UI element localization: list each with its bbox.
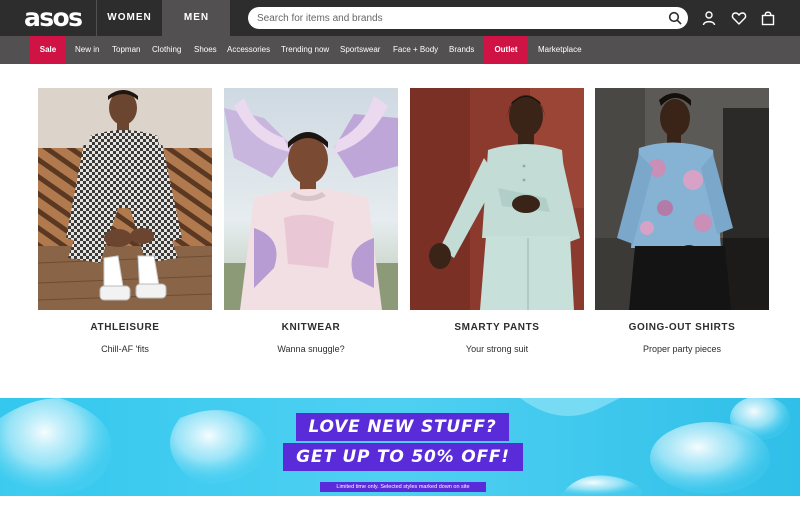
search-bar [248,7,688,29]
card-title[interactable]: GOING-OUT SHIRTS [595,322,769,333]
bag-icon[interactable] [760,10,776,26]
nav-clothing[interactable]: Clothing [152,36,181,64]
nav-face-body[interactable]: Face + Body [393,36,438,64]
smarty-pants-image[interactable] [410,88,584,310]
nav-outlet[interactable]: Outlet [484,36,528,64]
knitwear-image[interactable] [224,88,398,310]
card-title[interactable]: SMARTY PANTS [410,322,584,333]
promo-headline-2: GET UP TO 50% OFF! [283,443,523,471]
nav-marketplace[interactable]: Marketplace [538,36,582,64]
account-icon[interactable] [701,10,717,26]
category-nav: Sale New in Topman Clothing Shoes Access… [0,36,800,64]
nav-shoes[interactable]: Shoes [194,36,217,64]
heart-icon[interactable] [731,10,747,26]
card-subtitle: Proper party pieces [642,344,722,354]
nav-sportswear[interactable]: Sportswear [340,36,380,64]
athleisure-image[interactable] [38,88,212,310]
nav-brands[interactable]: Brands [449,36,474,64]
promo-disclaimer: Limited time only. Selected styles marke… [320,482,486,492]
nav-trending-now[interactable]: Trending now [281,36,329,64]
search-icon[interactable] [667,10,683,26]
card-title[interactable]: ATHLEISURE [38,322,212,333]
top-header: asos WOMEN MEN [0,0,800,36]
nav-new-in[interactable]: New in [75,36,99,64]
search-input[interactable] [257,9,657,27]
card-subtitle: Your strong suit [465,344,529,354]
nav-sale[interactable]: Sale [30,36,66,64]
tab-men[interactable]: MEN [162,0,230,36]
card-title[interactable]: KNITWEAR [224,322,398,333]
promo-headline-1: LOVE NEW STUFF? [296,413,509,441]
nav-accessories[interactable]: Accessories [227,36,270,64]
nav-topman[interactable]: Topman [112,36,140,64]
card-subtitle: Wanna snuggle? [277,344,345,354]
asos-logo[interactable]: asos [24,4,83,32]
promo-banner[interactable]: LOVE NEW STUFF? GET UP TO 50% OFF! Limit… [0,398,800,496]
going-out-shirts-image[interactable] [595,88,769,310]
card-subtitle: Chill-AF 'fits [101,344,149,354]
tab-women[interactable]: WOMEN [96,0,162,36]
